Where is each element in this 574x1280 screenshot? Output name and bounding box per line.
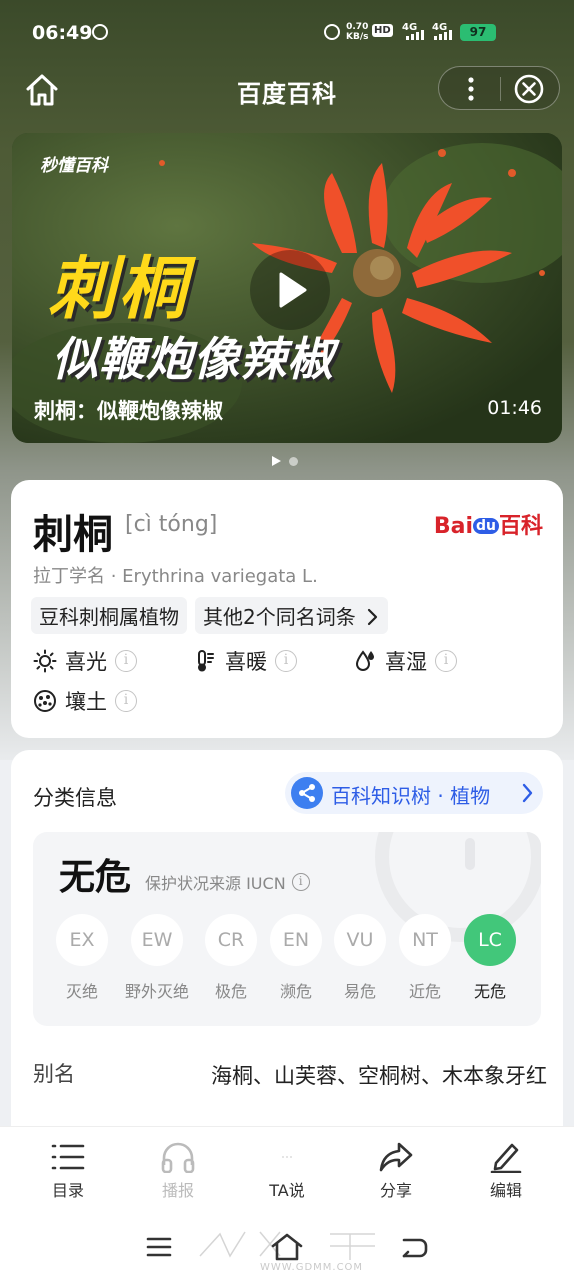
thermometer-icon [198,650,214,672]
toolbar-comments[interactable]: TA说 [247,1141,327,1201]
toolbar-edit[interactable]: 编辑 [466,1141,546,1201]
play-icon [279,272,307,308]
signal-bars-icon [406,30,424,40]
iucn-level-vu: VU 易危 [323,914,397,1002]
bottom-toolbar: 目录 播报 TA说 分享 编辑 [0,1126,574,1220]
info-icon[interactable]: i [115,650,137,672]
chevron-right-icon [367,608,378,626]
iucn-level-ew: EW 野外灭绝 [120,914,194,1002]
knowledge-tree-button[interactable]: 百科知识树 · 植物 [285,772,543,814]
share-icon [379,1142,413,1172]
carousel-indicator [272,456,298,466]
iucn-level-en: EN 濒危 [259,914,333,1002]
headphones-icon [161,1142,195,1173]
iucn-levels: EX 灭绝 EW 野外灭绝 CR 极危 EN 濒危 VU 易危 NT 近危 LC 无危 [55,914,525,1014]
exclamation-decoration [465,838,475,870]
video-overlay-title: 刺桐 [48,250,189,329]
sun-icon [33,649,57,673]
menu-icon [146,1237,172,1257]
more-vertical-icon [468,77,474,101]
info-icon[interactable]: i [115,690,137,712]
iucn-level-nt: NT 近危 [388,914,462,1002]
attribute-humidity: 喜湿 i [353,646,457,676]
carousel-dot-active [272,456,281,466]
same-name-entries-tag[interactable]: 其他2个同名词条 [195,597,389,634]
more-button[interactable] [453,71,489,107]
alarm-icon [324,24,340,40]
iucn-level-ex: EX 灭绝 [45,914,119,1002]
soil-icon [34,690,56,712]
capsule-divider [500,77,501,101]
play-button[interactable] [250,250,330,330]
info-icon[interactable]: i [435,650,457,672]
signal-bars-icon [434,30,452,40]
clock: 06:49 [32,22,93,44]
conservation-status: 无危 [56,848,136,900]
video-caption: 刺桐：似鞭炮像辣椒 [34,399,223,423]
comment-icon [282,1156,292,1158]
system-back-button[interactable] [400,1236,428,1260]
iucn-status-panel: 无危 保护状况来源 IUCN i EX 灭绝 EW 野外灭绝 CR 极危 EN 濒危 V… [33,832,541,1026]
close-button[interactable] [511,71,547,107]
info-icon[interactable]: i [275,650,297,672]
baidu-baike-logo: Bai du 百科 [433,514,543,539]
entry-card: 刺桐 [cì tóng] Bai du 百科 拉丁学名 · Erythrina va… [11,480,563,738]
knowledge-tree-icon [291,777,323,809]
status-bar: 06:49 0.70 KB/s HD 4G 4G 97 [0,0,574,66]
knowledge-tree-label: 百科知识树 · 植物 [331,784,491,808]
attribute-temperature: 喜暖 i [193,646,297,676]
classification-card: 分类信息 百科知识树 · 植物 无危 保护状况来源 IUCN i EX 灭绝 EW… [11,750,563,1150]
recent-apps-button[interactable] [146,1236,172,1258]
section-title: 分类信息 [33,786,117,810]
attribute-light: 喜光 i [33,646,137,676]
system-navigation-bar: WWW.GDMM.COM [0,1220,574,1280]
close-icon [514,74,544,104]
video-overlay-subtitle: 似鞭炮像辣椒 [52,332,334,386]
system-home-button[interactable] [270,1232,304,1262]
video-duration: 01:46 [487,397,542,419]
network-speed: 0.70 KB/s [346,22,369,42]
home-icon [271,1233,303,1261]
edit-icon [490,1143,522,1173]
video-player[interactable]: 秒懂百科 刺桐 似鞭炮像辣椒 刺桐：似鞭炮像辣椒 01:46 [12,133,562,443]
miniapp-capsule [438,66,560,110]
info-icon[interactable]: i [291,873,310,891]
alias-value: 海桐、山芙蓉、空桐树、木本象牙红 [211,1064,547,1088]
alarm-icon [92,24,108,40]
video-brand: 秒懂百科 [40,156,108,176]
iucn-level-lc: LC 无危 [453,914,527,1002]
battery-indicator: 97 [460,24,496,41]
water-drop-icon [355,650,374,671]
chevron-right-icon [522,783,533,803]
toolbar-contents[interactable]: 目录 [28,1141,108,1201]
entry-title: 刺桐 [33,512,113,558]
iucn-level-cr: CR 极危 [194,914,268,1002]
toolbar-share[interactable]: 分享 [356,1141,436,1201]
toolbar-broadcast[interactable]: 播报 [138,1141,218,1201]
latin-name: 拉丁学名 · Erythrina variegata L. [33,566,318,587]
hd-badge: HD [372,24,393,37]
iucn-source: 保护状况来源 IUCN i [145,870,310,894]
list-icon [51,1144,85,1170]
category-tag[interactable]: 豆科刺桐属植物 [31,597,187,634]
entry-pinyin: [cì tóng] [125,512,218,537]
alias-label: 别名 [33,1062,75,1086]
attribute-soil: 壤土 i [33,686,137,716]
carousel-dot[interactable] [289,456,298,466]
back-icon [402,1238,428,1258]
top-nav: 百度百科 [0,66,574,114]
